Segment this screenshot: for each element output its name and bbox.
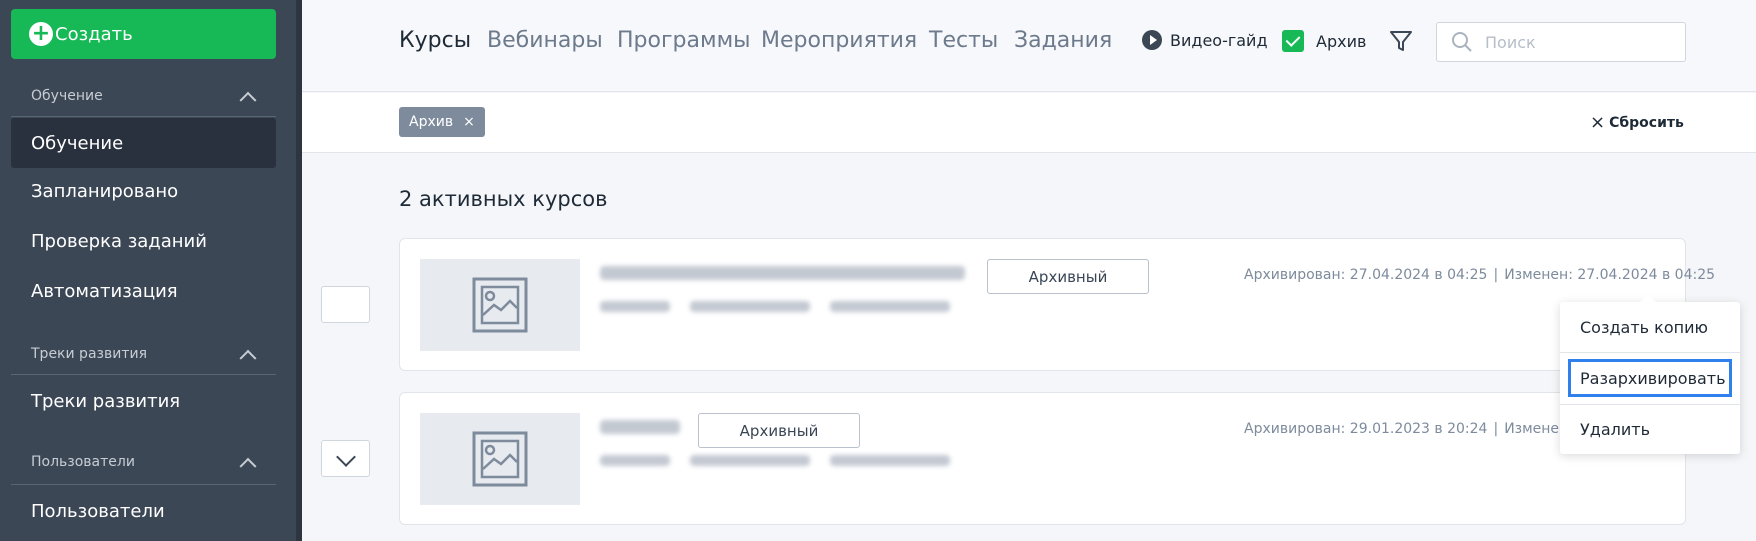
course-title-redacted xyxy=(600,266,965,280)
close-icon[interactable]: × xyxy=(463,114,475,130)
image-placeholder-icon xyxy=(472,277,528,333)
video-guide-link[interactable]: Видео-гайд xyxy=(1142,30,1268,50)
section-header-label: Обучение xyxy=(31,88,103,104)
video-guide-label: Видео-гайд xyxy=(1170,30,1268,50)
menu-item-unarchive[interactable]: Разархивировать xyxy=(1568,359,1732,397)
course-thumbnail xyxy=(420,259,580,351)
course-meta-redacted xyxy=(600,301,670,312)
chevron-up-icon xyxy=(239,91,257,109)
menu-item-create-copy[interactable]: Создать копию xyxy=(1560,302,1740,352)
filter-chip-label: Архив xyxy=(409,114,454,130)
course-card[interactable]: Архивный Архивирован: 27.04.2024 в 04:25… xyxy=(399,238,1715,371)
tab-tasks[interactable]: Задания xyxy=(1014,28,1112,53)
checkbox-checked-icon xyxy=(1282,30,1304,52)
tab-events[interactable]: Мероприятия xyxy=(761,28,917,53)
archive-checkbox[interactable]: Архив xyxy=(1282,30,1366,52)
top-navigation: Курсы Вебинары Программы Мероприятия Тес… xyxy=(302,0,1756,92)
tab-programs[interactable]: Программы xyxy=(617,28,751,53)
active-filters-bar: Архив × × Сбросить xyxy=(302,93,1756,153)
sidebar-item-learning[interactable]: Обучение xyxy=(11,118,276,168)
section-header-label: Пользователи xyxy=(31,454,135,470)
search-icon xyxy=(1452,32,1472,52)
reset-filters-button[interactable]: × Сбросить xyxy=(1590,112,1684,133)
archive-checkbox-label: Архив xyxy=(1316,31,1367,51)
sidebar-item-users[interactable]: Пользователи xyxy=(11,486,276,536)
course-card[interactable]: Архивный Архивирован: 29.01.2023 в 20:24… xyxy=(399,392,1686,525)
sidebar-section-tracks[interactable]: Треки развития xyxy=(11,340,276,368)
search-input[interactable] xyxy=(1485,32,1665,52)
course-dates: Архивирован: 29.01.2023 в 20:24 | Изменен:… xyxy=(1244,421,1596,437)
play-icon xyxy=(1142,30,1162,50)
course-meta-redacted xyxy=(830,455,950,466)
chevron-up-icon xyxy=(239,457,257,475)
reset-label: Сбросить xyxy=(1609,114,1684,131)
course-meta-redacted xyxy=(600,455,670,466)
course-context-menu: Создать копию Разархивировать Удалить xyxy=(1560,294,1740,454)
section-divider xyxy=(11,484,276,485)
courses-count-title: 2 активных курсов xyxy=(399,187,608,211)
chevron-up-icon xyxy=(239,349,257,367)
section-header-label: Треки развития xyxy=(31,346,147,362)
menu-item-delete[interactable]: Удалить xyxy=(1560,404,1740,454)
status-badge: Архивный xyxy=(987,259,1149,294)
section-divider xyxy=(11,374,276,375)
course-meta-redacted xyxy=(690,455,810,466)
tab-tests[interactable]: Тесты xyxy=(929,28,998,53)
archived-date: Архивирован: 29.01.2023 в 20:24 xyxy=(1244,421,1488,437)
create-button[interactable]: + Создать xyxy=(11,9,276,59)
course-dates: Архивирован: 27.04.2024 в 04:25 | Изменен:… xyxy=(1244,267,1716,283)
course-meta-redacted xyxy=(690,301,810,312)
changed-date: Изменен: 27.04.2024 в 04:25 xyxy=(1504,267,1716,283)
row-select-checkbox[interactable] xyxy=(321,286,370,323)
course-meta-redacted xyxy=(830,301,950,312)
tab-webinars[interactable]: Вебинары xyxy=(487,28,603,53)
create-button-label: Создать xyxy=(55,23,133,45)
course-thumbnail xyxy=(420,413,580,505)
filter-chip-archive[interactable]: Архив × xyxy=(399,107,485,137)
row-expand-toggle[interactable] xyxy=(321,440,370,477)
sidebar-item-task-review[interactable]: Проверка заданий xyxy=(11,216,276,266)
image-placeholder-icon xyxy=(472,431,528,487)
plus-icon: + xyxy=(29,22,53,46)
sidebar-section-learning[interactable]: Обучение xyxy=(11,82,276,110)
sidebar-item-automation[interactable]: Автоматизация xyxy=(11,266,276,316)
menu-divider xyxy=(1560,352,1740,353)
archived-date: Архивирован: 27.04.2024 в 04:25 xyxy=(1244,267,1488,283)
course-title-redacted xyxy=(600,420,680,434)
tab-courses[interactable]: Курсы xyxy=(399,28,471,53)
section-divider xyxy=(11,116,276,117)
filter-icon[interactable] xyxy=(1388,28,1414,54)
sidebar-item-scheduled[interactable]: Запланировано xyxy=(11,166,276,216)
close-icon: × xyxy=(1590,112,1606,133)
status-badge: Архивный xyxy=(698,413,860,448)
sidebar-item-tracks[interactable]: Треки развития xyxy=(11,376,276,426)
sidebar-section-users[interactable]: Пользователи xyxy=(11,448,276,476)
search-field[interactable] xyxy=(1436,22,1686,62)
